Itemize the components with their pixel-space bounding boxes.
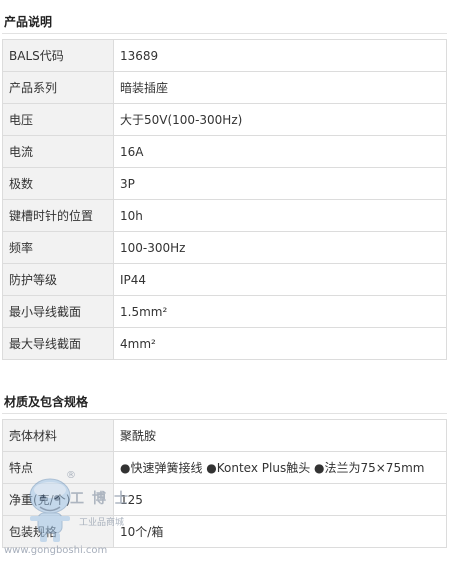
- section-title-product-description: 产品说明: [4, 15, 53, 29]
- spec-value: IP44: [113, 263, 447, 296]
- section-divider: [2, 33, 447, 34]
- spec-value: 10h: [113, 199, 447, 232]
- spec-value: 3P: [113, 167, 447, 200]
- watermark-registered-mark: ®: [66, 470, 76, 481]
- spec-value: 大于50V(100-300Hz): [113, 103, 447, 136]
- spec-key: 防护等级: [2, 263, 114, 296]
- table-row: 壳体材料 聚酰胺: [2, 419, 447, 452]
- table-row: 极数 3P: [2, 167, 447, 200]
- watermark-url: www.gongboshi.com: [4, 545, 108, 556]
- spec-value: ●快速弹簧接线 ●Kontex Plus触头 ●法兰为75×75mm: [113, 451, 447, 484]
- spec-key: 最小导线截面: [2, 295, 114, 328]
- spec-value: 暗装插座: [113, 71, 447, 104]
- spec-value: 1.5mm²: [113, 295, 447, 328]
- spec-value: 16A: [113, 135, 447, 168]
- section-title-materials: 材质及包含规格: [4, 395, 89, 409]
- table-row: 防护等级 IP44: [2, 263, 447, 296]
- table-row: 包装规格 10个/箱: [2, 515, 447, 548]
- spec-key: 最大导线截面: [2, 327, 114, 360]
- table-row: 产品系列 暗装插座: [2, 71, 447, 104]
- spec-key: 特点: [2, 451, 114, 484]
- section-divider: [2, 413, 447, 414]
- table-row: 最大导线截面 4mm²: [2, 327, 447, 360]
- table-row: BALS代码 13689: [2, 39, 447, 72]
- spec-value: 聚酰胺: [113, 419, 447, 452]
- table-row: 键槽时针的位置 10h: [2, 199, 447, 232]
- spec-key: 极数: [2, 167, 114, 200]
- spec-value: 125: [113, 483, 447, 516]
- spec-key: 键槽时针的位置: [2, 199, 114, 232]
- spec-key: 电流: [2, 135, 114, 168]
- table-row: 频率 100-300Hz: [2, 231, 447, 264]
- table-row: 电压 大于50V(100-300Hz): [2, 103, 447, 136]
- spec-value: 13689: [113, 39, 447, 72]
- spec-key: BALS代码: [2, 39, 114, 72]
- spec-key: 电压: [2, 103, 114, 136]
- spec-value: 100-300Hz: [113, 231, 447, 264]
- product-description-table: BALS代码 13689 产品系列 暗装插座 电压 大于50V(100-300Hz) 电流 1…: [2, 39, 447, 360]
- spec-value: 10个/箱: [113, 515, 447, 548]
- spec-value: 4mm²: [113, 327, 447, 360]
- table-row: 电流 16A: [2, 135, 447, 168]
- watermark-brand: 工博士: [70, 491, 136, 507]
- watermark-subtitle: 工业品商城: [79, 518, 125, 528]
- spec-key: 产品系列: [2, 71, 114, 104]
- table-row: 最小导线截面 1.5mm²: [2, 295, 447, 328]
- materials-table: 壳体材料 聚酰胺 特点 ●快速弹簧接线 ●Kontex Plus触头 ●法兰为75×7…: [2, 419, 447, 548]
- spec-key: 壳体材料: [2, 419, 114, 452]
- spec-key: 频率: [2, 231, 114, 264]
